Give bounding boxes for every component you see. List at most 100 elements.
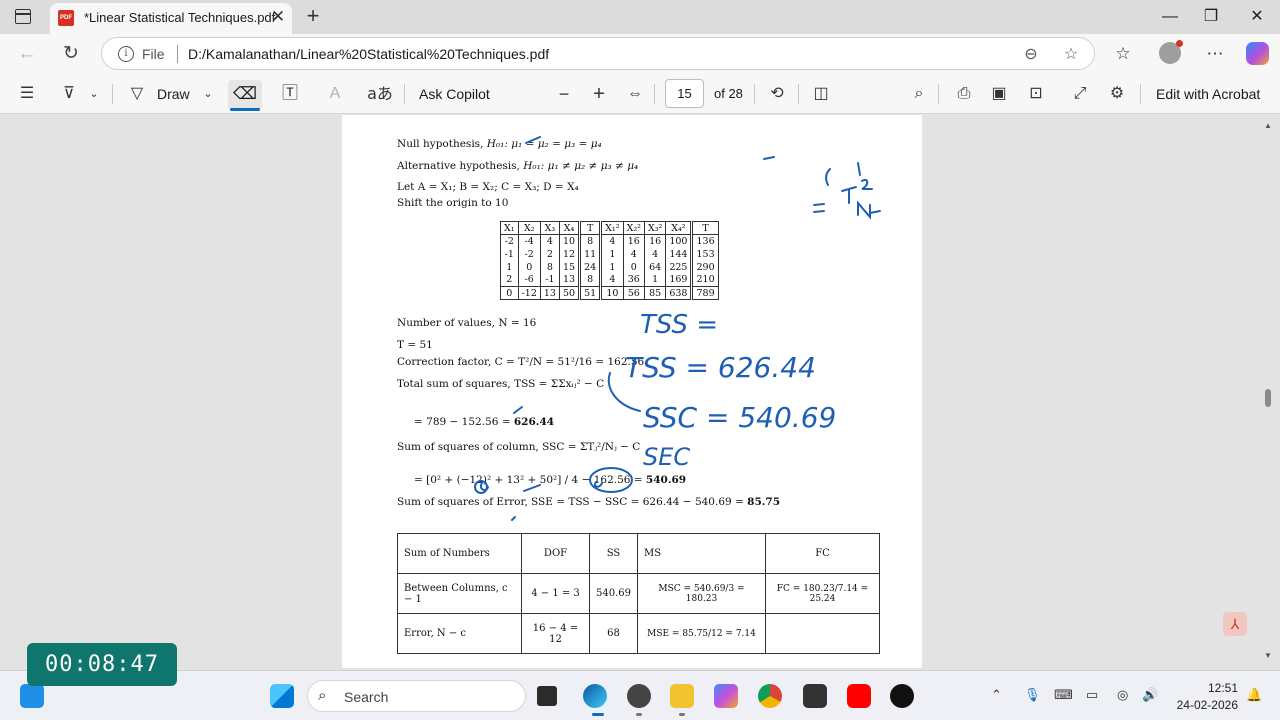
eraser-icon[interactable]: ⌫ — [228, 80, 262, 110]
page-number-input[interactable]: 15 — [665, 79, 704, 108]
anova-cell: 68 — [589, 613, 638, 654]
favorites-icon[interactable]: ☆ — [1110, 41, 1136, 67]
fullscreen-icon[interactable]: ⤢ — [1067, 81, 1093, 107]
table-header: T — [578, 221, 601, 235]
rotate-icon[interactable]: ⟲ — [764, 81, 790, 107]
clock-time[interactable]: 12:51 — [1190, 681, 1238, 695]
settings-gear-icon[interactable]: ⚙ — [1104, 81, 1130, 107]
table-cell: 0 — [622, 260, 645, 274]
edge-browser-icon[interactable] — [583, 684, 607, 708]
sse-calculation: Sum of squares of Error, SSE = TSS − SSC… — [397, 496, 748, 508]
table-header: X₄² — [665, 221, 692, 235]
text-box-icon[interactable]: 🅃 — [277, 81, 303, 107]
profile-avatar[interactable] — [1159, 40, 1183, 64]
table-header: T — [690, 221, 719, 235]
widgets-icon[interactable] — [20, 684, 44, 708]
table-cell: -1 — [504, 248, 514, 260]
refresh-icon[interactable]: ↻ — [57, 40, 85, 68]
info-icon[interactable]: i — [118, 46, 134, 62]
print-icon[interactable]: ⎙ — [951, 81, 977, 107]
table-cell: 136 — [690, 234, 719, 248]
toolbar-divider — [754, 84, 755, 104]
save-as-icon[interactable]: ⊡ — [1023, 81, 1049, 107]
volume-icon[interactable]: 🔊 — [1142, 687, 1158, 703]
zoom-out-minus-icon[interactable]: − — [551, 81, 577, 107]
table-cell: 225 — [665, 260, 692, 274]
read-aloud-icon[interactable]: A — [322, 81, 348, 107]
zoom-in-plus-icon[interactable]: + — [586, 81, 612, 107]
draw-dropdown-icon[interactable]: ⌄ — [200, 81, 216, 107]
keyboard-icon[interactable]: ⌨ — [1054, 687, 1073, 703]
camera-app-icon[interactable] — [627, 684, 651, 708]
restore-icon[interactable]: ❐ — [1197, 4, 1225, 30]
fit-to-width-icon[interactable]: ⇔ — [622, 81, 648, 107]
active-tab[interactable]: PDF *Linear Statistical Techniques.pdf ✕ — [50, 3, 292, 34]
contents-list-icon[interactable]: ☰ — [14, 81, 40, 107]
new-tab-icon[interactable]: + — [302, 4, 324, 28]
search-icon: ⌕ — [318, 687, 327, 704]
edit-with-acrobat-button[interactable]: Edit with Acrobat — [1156, 86, 1260, 102]
microphone-icon[interactable]: 🎙 — [1024, 687, 1041, 703]
notifications-icon[interactable]: 🔔 — [1246, 687, 1262, 703]
save-icon[interactable]: ▣ — [986, 81, 1012, 107]
sb-app-icon[interactable] — [890, 684, 914, 708]
minimize-icon[interactable]: — — [1156, 4, 1184, 30]
draw-button[interactable]: Draw — [157, 86, 190, 102]
task-view-icon[interactable] — [537, 686, 557, 706]
acrobat-icon[interactable]: ⅄ — [1223, 612, 1247, 636]
table-cell: 789 — [690, 286, 719, 300]
notification-dot — [1176, 40, 1183, 47]
taskbar-search[interactable]: ⌕ Search — [307, 680, 526, 712]
chrome-icon[interactable] — [758, 684, 782, 708]
zoom-out-icon[interactable]: ⊖ — [1020, 44, 1042, 66]
toolbar-divider — [112, 84, 113, 104]
back-arrow-icon[interactable]: ← — [13, 40, 41, 68]
anova-cell: Between Columns, c − 1 — [397, 573, 522, 614]
table-cell: 8 — [578, 234, 601, 248]
ssc-formula-line: Sum of squares of column, SSC = ΣTⱼ²/Nⱼ … — [397, 441, 641, 453]
file-explorer-icon[interactable] — [670, 684, 694, 708]
table-cell: -12 — [517, 286, 541, 300]
copilot-app-icon[interactable] — [714, 684, 738, 708]
pdf-viewer: Null hypothesis, H₀₁: μ₁ = μ₂ = μ₃ = μ₄ … — [0, 115, 1280, 668]
battery-icon[interactable]: ▭ — [1086, 687, 1098, 703]
anova-cell: 4 − 1 = 3 — [521, 573, 590, 614]
clock-date[interactable]: 24-02-2026 — [1172, 698, 1238, 712]
table-cell: 50 — [558, 286, 580, 300]
address-bar[interactable]: i File D:/Kamalanathan/Linear%20Statisti… — [101, 37, 1095, 70]
scroll-down-icon[interactable]: ▼ — [1262, 651, 1274, 660]
scroll-up-icon[interactable]: ▲ — [1262, 121, 1274, 130]
highlight-dropdown-icon[interactable]: ⌄ — [86, 81, 102, 107]
page-view-icon[interactable]: ◫ — [808, 81, 834, 107]
more-menu-icon[interactable]: ⋯ — [1202, 41, 1228, 67]
vertical-scrollbar[interactable]: ▲ ▼ — [1262, 115, 1274, 668]
toolbar-divider — [798, 84, 799, 104]
data-table-total-row: 0 -12 13 50 51 10 56 85 638 789 — [500, 286, 719, 300]
table-cell: 2 — [539, 247, 560, 261]
draw-pen-icon[interactable]: ▽ — [124, 81, 150, 107]
tab-close-icon[interactable]: ✕ — [268, 7, 288, 27]
copilot-icon[interactable] — [1246, 42, 1269, 65]
translate-icon[interactable]: aあ — [366, 81, 394, 107]
toolbar-divider — [654, 84, 655, 104]
table-header: X₁² — [599, 221, 624, 235]
cast-app-icon[interactable] — [803, 684, 827, 708]
ask-copilot-button[interactable]: Ask Copilot — [419, 86, 490, 102]
scroll-thumb[interactable] — [1265, 389, 1271, 407]
youtube-icon[interactable] — [847, 684, 871, 708]
table-header: X₁ — [500, 221, 519, 235]
data-table-row: -1 -2 2 12 11 1 4 4 144 153 — [501, 247, 719, 261]
network-icon[interactable]: ◎ — [1117, 687, 1128, 703]
show-hidden-icons-icon[interactable]: ⌃ — [991, 687, 1002, 703]
table-cell: 4 — [643, 247, 666, 261]
find-search-icon[interactable]: ⌕ — [906, 81, 932, 107]
data-table: X₁ X₂ X₃ X₄ T X₁² X₂² X₃² X₄² T -2 -4 4 10 8… — [500, 221, 719, 300]
window-close-icon[interactable]: ✕ — [1243, 4, 1271, 30]
windows-start-icon[interactable] — [270, 684, 294, 708]
favorite-star-icon[interactable]: ☆ — [1060, 44, 1082, 66]
tss-calculation-line: = 789 − 152.56 = 626.44 — [414, 416, 554, 428]
tab-actions-icon[interactable] — [15, 9, 31, 24]
url-text[interactable]: D:/Kamalanathan/Linear%20Statistical%20T… — [188, 46, 549, 62]
highlight-icon[interactable]: ⊽ — [56, 81, 82, 107]
table-cell: 85 — [643, 286, 666, 300]
